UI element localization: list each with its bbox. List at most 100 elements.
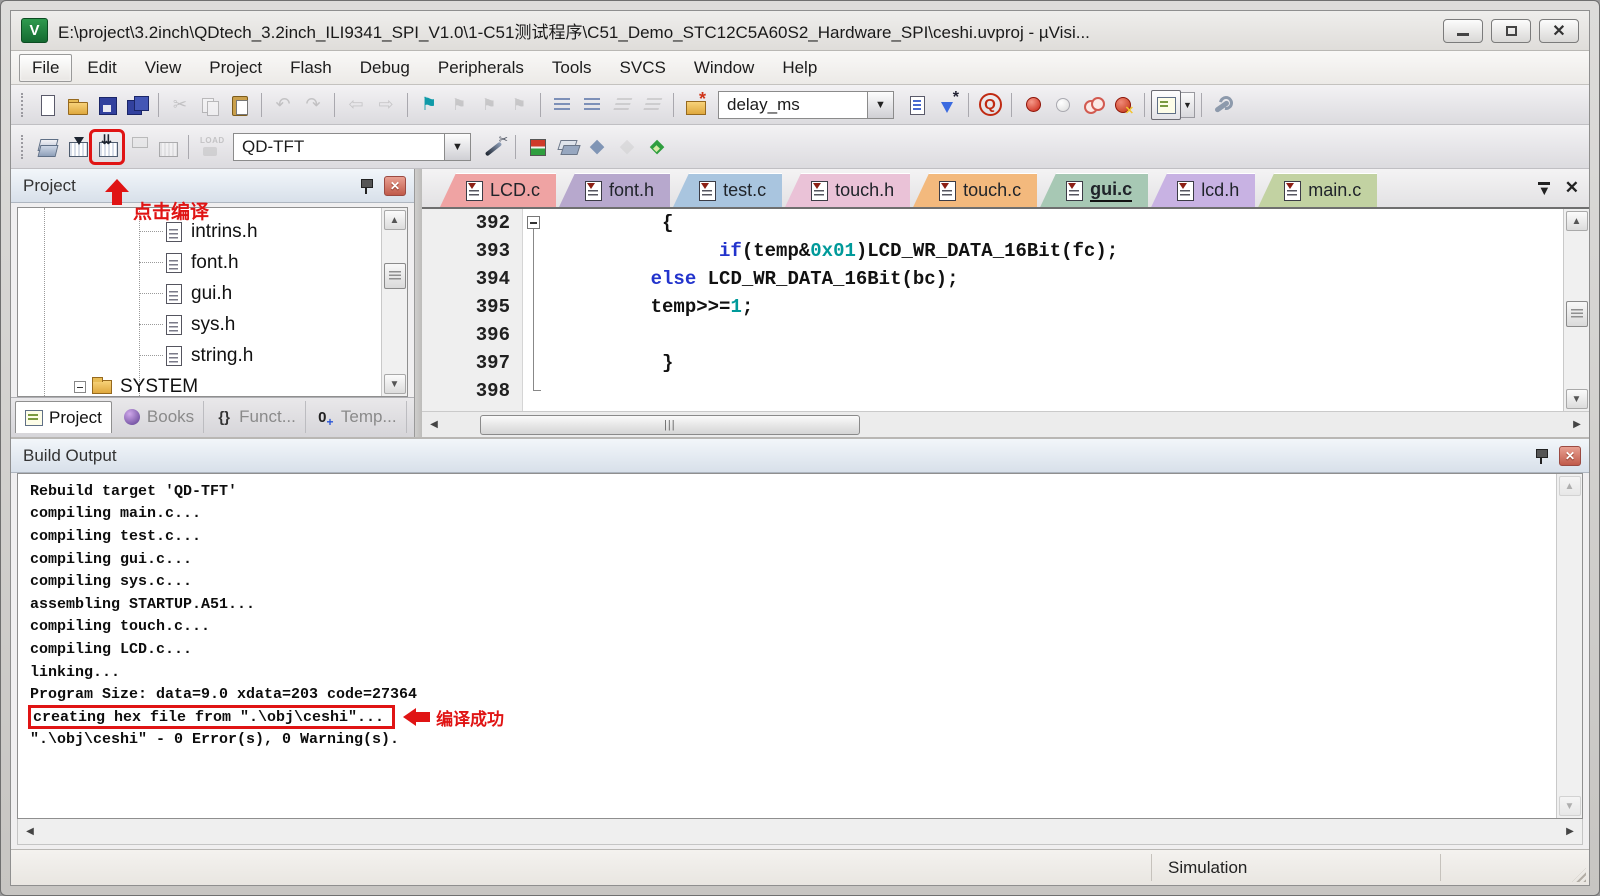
scroll-up-button[interactable]: ▲ — [1559, 476, 1581, 496]
editor-tab-test-c[interactable]: test.c — [673, 173, 782, 207]
fold-collapse-icon[interactable] — [527, 216, 540, 229]
copy-button[interactable] — [195, 90, 225, 120]
open-folder-button[interactable] — [62, 90, 92, 120]
menu-item-view[interactable]: View — [132, 54, 195, 82]
close-button[interactable]: ✕ — [1539, 19, 1579, 43]
scroll-left-button[interactable]: ◀ — [424, 415, 444, 435]
layers-button[interactable] — [552, 132, 582, 162]
scroll-right-button[interactable]: ▶ — [1567, 415, 1587, 435]
close-file-button[interactable]: ✕ — [1565, 178, 1579, 198]
scroll-track[interactable]: ||| — [446, 415, 1565, 435]
save-all-button[interactable] — [122, 90, 152, 120]
code-line[interactable]: 395 temp>>=1; — [422, 293, 1563, 321]
scroll-up-button[interactable]: ▲ — [1566, 211, 1588, 231]
uncomment-button[interactable] — [637, 90, 667, 120]
menu-item-window[interactable]: Window — [681, 54, 767, 82]
code-line[interactable]: 396 — [422, 321, 1563, 349]
build-output-scrollbar[interactable]: ▲ ▼ — [1556, 474, 1582, 818]
menu-item-tools[interactable]: Tools — [539, 54, 605, 82]
toolbar-grip[interactable] — [21, 135, 26, 159]
target-combobox[interactable]: QD-TFT ▼ — [233, 133, 471, 161]
panel-tab-temp[interactable]: 0+Temp... — [308, 401, 407, 433]
search-dropdown-button[interactable]: ▼ — [867, 92, 893, 118]
scroll-thumb[interactable]: ||| — [480, 415, 860, 435]
batch-build-button[interactable] — [122, 132, 152, 162]
scroll-up-button[interactable]: ▲ — [384, 210, 406, 230]
build-output-close-button[interactable]: ✕ — [1559, 446, 1581, 466]
editor-tab-gui-c[interactable]: gui.c — [1040, 173, 1148, 207]
windows-list-button[interactable] — [1151, 90, 1181, 120]
vertical-splitter[interactable] — [415, 169, 422, 437]
prev-bookmark-button[interactable] — [444, 90, 474, 120]
load-button[interactable] — [195, 132, 225, 162]
diamond-blue-button[interactable] — [582, 132, 612, 162]
menu-item-debug[interactable]: Debug — [347, 54, 423, 82]
editor-tab-main-c[interactable]: main.c — [1258, 173, 1377, 207]
panel-tab-project[interactable]: Project — [15, 401, 112, 433]
scroll-thumb[interactable] — [1566, 301, 1588, 327]
project-tree-scrollbar[interactable]: ▲ ▼ — [381, 208, 407, 396]
nav-forward-button[interactable] — [371, 90, 401, 120]
editor-tab-touch-h[interactable]: touch.h — [785, 173, 910, 207]
diamond-dim-button[interactable] — [612, 132, 642, 162]
cut-button[interactable] — [165, 90, 195, 120]
diamond-green-button[interactable] — [642, 132, 672, 162]
stop-build-button[interactable] — [152, 132, 182, 162]
scroll-left-button[interactable]: ◀ — [20, 822, 40, 842]
scroll-thumb[interactable] — [384, 263, 406, 289]
translate-button[interactable] — [32, 132, 62, 162]
kill-breakpoints-button[interactable] — [1108, 90, 1138, 120]
tree-item-font-h[interactable]: font.h — [18, 247, 381, 278]
collapse-icon[interactable] — [74, 381, 86, 393]
code-line[interactable]: 398 — [422, 377, 1563, 405]
tab-list-button[interactable]: ▼ — [1538, 182, 1551, 194]
menu-item-flash[interactable]: Flash — [277, 54, 345, 82]
indent-button[interactable] — [547, 90, 577, 120]
outdent-button[interactable] — [577, 90, 607, 120]
lookup-button[interactable] — [975, 90, 1005, 120]
menu-item-file[interactable]: File — [19, 54, 72, 82]
incremental-find-button[interactable] — [932, 90, 962, 120]
scroll-down-button[interactable]: ▼ — [384, 374, 406, 394]
editor-horizontal-scrollbar[interactable]: ◀ ||| ▶ — [422, 411, 1589, 437]
editor-tab-font-h[interactable]: font.h — [559, 173, 670, 207]
toggle-breakpoint-button[interactable] — [1048, 90, 1078, 120]
target-combobox-value[interactable]: QD-TFT — [234, 137, 444, 157]
search-combobox-value[interactable]: delay_ms — [719, 95, 867, 115]
tree-item-system[interactable]: SYSTEM — [18, 371, 381, 396]
bookmark-button[interactable] — [414, 90, 444, 120]
resize-grip[interactable] — [1441, 850, 1589, 885]
find-in-files-button[interactable] — [680, 90, 710, 120]
editor-tab-LCD-c[interactable]: LCD.c — [440, 173, 556, 207]
nav-back-button[interactable] — [341, 90, 371, 120]
pin-icon[interactable] — [1531, 446, 1551, 466]
wrench-button[interactable] — [1208, 90, 1238, 120]
disable-breakpoints-button[interactable] — [1078, 90, 1108, 120]
code-line[interactable]: 394 else LCD_WR_DATA_16Bit(bc); — [422, 265, 1563, 293]
paste-button[interactable] — [225, 90, 255, 120]
clear-bookmarks-button[interactable] — [504, 90, 534, 120]
redo-button[interactable] — [298, 90, 328, 120]
scroll-track[interactable] — [42, 822, 1558, 842]
menu-item-project[interactable]: Project — [196, 54, 275, 82]
breakpoint-button[interactable] — [1018, 90, 1048, 120]
minimize-button[interactable] — [1443, 19, 1483, 43]
menu-item-peripherals[interactable]: Peripherals — [425, 54, 537, 82]
code-line[interactable]: 393 if(temp&0x01)LCD_WR_DATA_16Bit(fc); — [422, 237, 1563, 265]
next-bookmark-button[interactable] — [474, 90, 504, 120]
tree-item-sys-h[interactable]: sys.h — [18, 309, 381, 340]
save-button[interactable] — [92, 90, 122, 120]
find-next-button[interactable] — [902, 90, 932, 120]
comment-button[interactable] — [607, 90, 637, 120]
scroll-right-button[interactable]: ▶ — [1560, 822, 1580, 842]
tree-item-gui-h[interactable]: gui.h — [18, 278, 381, 309]
new-file-button[interactable] — [32, 90, 62, 120]
undo-button[interactable] — [268, 90, 298, 120]
code-line[interactable]: 392 { — [422, 209, 1563, 237]
code-editor[interactable]: 392 {393 if(temp&0x01)LCD_WR_DATA_16Bit(… — [422, 209, 1563, 411]
toolbar-grip[interactable] — [21, 93, 26, 117]
component-button[interactable] — [522, 132, 552, 162]
editor-tab-lcd-h[interactable]: lcd.h — [1151, 173, 1255, 207]
target-dropdown-button[interactable]: ▼ — [444, 134, 470, 160]
menu-item-help[interactable]: Help — [769, 54, 830, 82]
